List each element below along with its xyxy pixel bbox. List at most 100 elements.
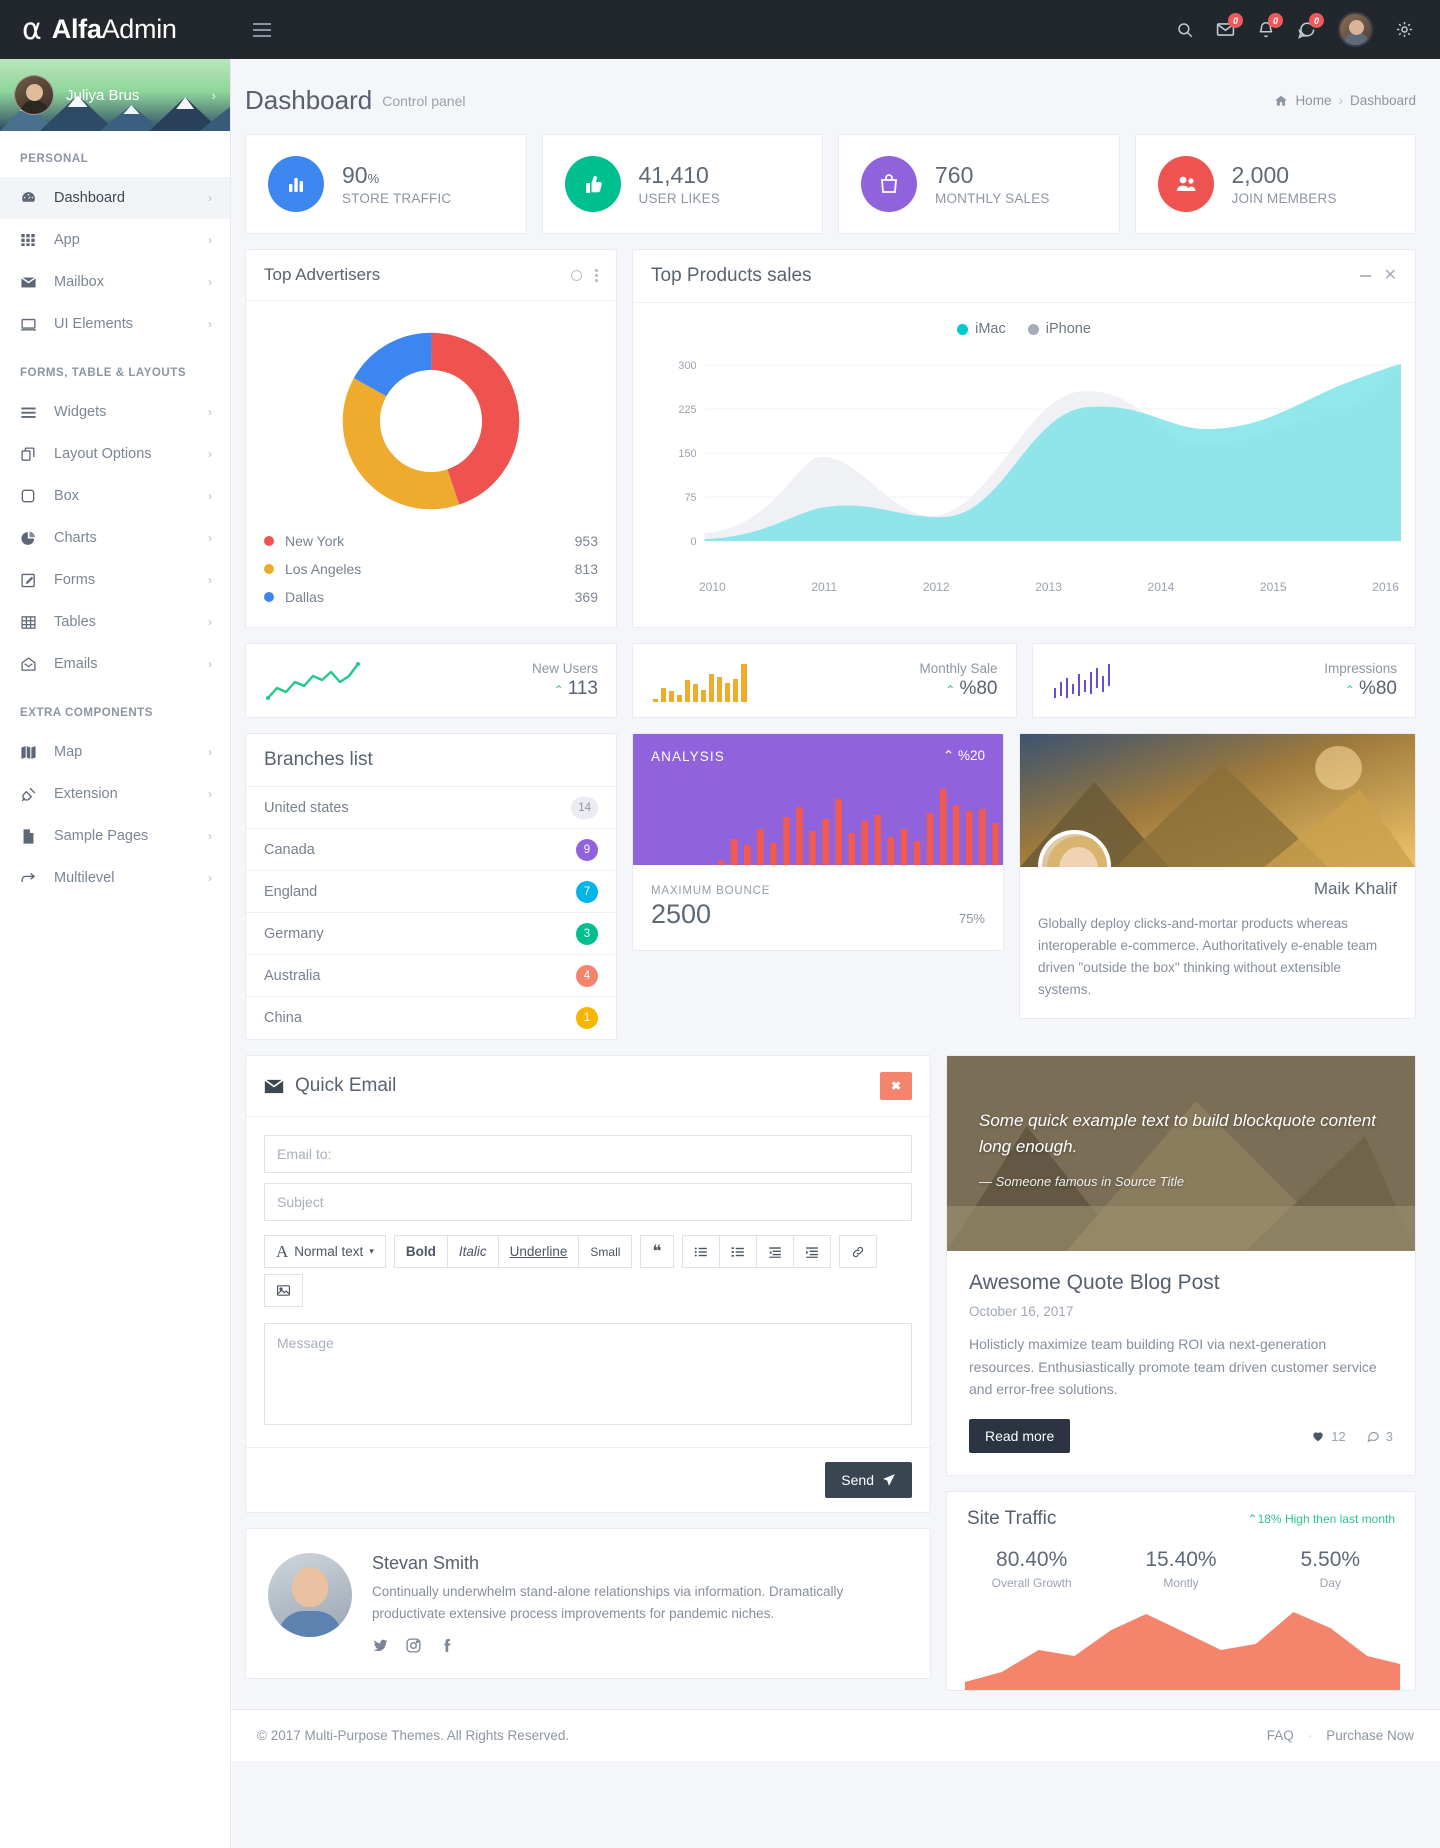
- card-title: Top Products sales: [651, 265, 812, 286]
- stat-card-monthly-sales[interactable]: 760 MONTHLY SALES: [838, 134, 1120, 234]
- avatar[interactable]: [1338, 12, 1373, 47]
- blockquote-button[interactable]: ❝: [640, 1235, 674, 1268]
- sidebar-item-tables[interactable]: Tables ›: [0, 601, 230, 643]
- stat-card-join-members[interactable]: 2,000 JOIN MEMBERS: [1134, 134, 1416, 234]
- chevron-right-icon: ›: [208, 573, 212, 587]
- sidebar-item-box[interactable]: Box ›: [0, 475, 230, 517]
- comments-count[interactable]: 3: [1366, 1429, 1393, 1444]
- table-row[interactable]: Canada 9: [246, 829, 616, 871]
- purchase-now-link[interactable]: Purchase Now: [1326, 1728, 1414, 1743]
- file-icon: [20, 828, 40, 845]
- sidebar-item-ui-elements[interactable]: UI Elements ›: [0, 303, 230, 345]
- sidebar-item-app[interactable]: App ›: [0, 219, 230, 261]
- sidebar-item-layout-options[interactable]: Layout Options ›: [0, 433, 230, 475]
- legend-value: 369: [574, 589, 598, 605]
- sidebar: Juliya Brus › PERSONAL Dashboard › App ›…: [0, 59, 231, 1848]
- legend-item-imac: iMac: [957, 321, 1006, 337]
- comment-icon: [1367, 1431, 1379, 1443]
- email-to-input[interactable]: [264, 1135, 912, 1173]
- brand-logo[interactable]: α AlfaAdmin: [0, 0, 231, 59]
- nav-section-header: EXTRA COMPONENTS: [20, 707, 153, 719]
- sidebar-item-extension[interactable]: Extension ›: [0, 773, 230, 815]
- x-tick: 2012: [922, 580, 950, 594]
- twitter-icon[interactable]: [372, 1637, 389, 1654]
- stat-card-store-traffic[interactable]: 90% STORE TRAFFIC: [245, 134, 527, 234]
- traffic-stats: 80.40% Overall Growth 15.40% Montly 5.50…: [947, 1540, 1415, 1608]
- table-row[interactable]: Australia 4: [246, 955, 616, 997]
- chevron-right-icon: ›: [208, 871, 212, 885]
- table-row[interactable]: Germany 3: [246, 913, 616, 955]
- notifications-badge: 0: [1268, 13, 1283, 28]
- image-icon[interactable]: [264, 1274, 303, 1307]
- table-row[interactable]: China 1: [246, 997, 616, 1039]
- minimize-icon[interactable]: [1359, 275, 1371, 277]
- faq-link[interactable]: FAQ: [1267, 1728, 1294, 1743]
- sidebar-item-mailbox[interactable]: Mailbox ›: [0, 261, 230, 303]
- stat-value: 90%: [342, 162, 380, 189]
- message-textarea[interactable]: [264, 1323, 912, 1425]
- sidebar-item-emails[interactable]: Emails ›: [0, 643, 230, 685]
- table-row[interactable]: England 7: [246, 871, 616, 913]
- text-style-dropdown[interactable]: A Normal text ▾: [264, 1235, 386, 1268]
- indent-icon[interactable]: [792, 1235, 831, 1268]
- x-tick: 2010: [699, 580, 726, 594]
- table-row[interactable]: United states 14: [246, 787, 616, 829]
- sidebar-item-charts[interactable]: Charts ›: [0, 517, 230, 559]
- notifications-icon[interactable]: 0: [1257, 13, 1283, 39]
- status-badge: 14: [571, 796, 598, 819]
- person-profile-card: Maik Khalif Globally deploy clicks-and-m…: [1019, 733, 1416, 1020]
- subject-input[interactable]: [264, 1183, 912, 1221]
- search-icon[interactable]: [1176, 21, 1194, 39]
- small-button[interactable]: Small: [578, 1235, 633, 1268]
- bold-button[interactable]: Bold: [393, 1235, 448, 1268]
- mini-widget-new-users[interactable]: New Users ⌃ 113: [245, 643, 617, 718]
- home-icon: [1275, 95, 1288, 106]
- italic-button[interactable]: Italic: [446, 1235, 499, 1268]
- gear-icon[interactable]: [1395, 20, 1414, 39]
- alpha-logo-icon: α: [22, 11, 42, 47]
- sidebar-item-dashboard[interactable]: Dashboard ›: [0, 177, 230, 219]
- read-more-button[interactable]: Read more: [969, 1419, 1071, 1454]
- send-button[interactable]: Send: [825, 1462, 912, 1498]
- quote-banner: Some quick example text to build blockqu…: [947, 1056, 1415, 1251]
- close-icon[interactable]: ✕: [1384, 268, 1397, 284]
- status-badge: 7: [576, 880, 598, 903]
- sidebar-profile[interactable]: Juliya Brus ›: [0, 59, 230, 131]
- messages-icon[interactable]: 0: [1216, 13, 1243, 39]
- x-tick: 2016: [1372, 580, 1399, 594]
- circle-icon[interactable]: [571, 269, 582, 281]
- comments-icon[interactable]: 0: [1297, 13, 1324, 39]
- sidebar-item-multilevel[interactable]: Multilevel ›: [0, 857, 230, 899]
- stat-card-user-likes[interactable]: 41,410 USER LIKES: [541, 134, 823, 234]
- link-icon[interactable]: [838, 1235, 877, 1268]
- chevron-right-icon: ›: [208, 829, 212, 843]
- sidebar-item-label: Box: [54, 488, 79, 504]
- sidebar-toggle-icon[interactable]: [253, 22, 271, 37]
- mini-widgets-row: New Users ⌃ 113 Monthly Sale ⌃ %80 Impre…: [245, 643, 1416, 718]
- sidebar-item-map[interactable]: Map ›: [0, 731, 230, 773]
- underline-button[interactable]: Underline: [497, 1235, 580, 1268]
- sidebar-item-widgets[interactable]: Widgets ›: [0, 391, 230, 433]
- mini-widget-text: New Users ⌃ 113: [532, 661, 598, 700]
- outdent-icon[interactable]: [755, 1235, 794, 1268]
- mini-widget-monthly-sale[interactable]: Monthly Sale ⌃ %80: [632, 643, 1017, 718]
- kebab-menu-icon[interactable]: [595, 268, 598, 282]
- list-ordered-icon[interactable]: [718, 1235, 757, 1268]
- close-button[interactable]: ✖: [880, 1072, 912, 1100]
- bar-chart-icon: [268, 156, 324, 212]
- mini-widget-impressions[interactable]: Impressions ⌃ %80: [1031, 643, 1416, 718]
- donut-legend: New York 953 Los Angeles 813 Dallas 369: [246, 523, 616, 627]
- list-unordered-icon[interactable]: [681, 1235, 720, 1268]
- breadcrumb-home[interactable]: Home: [1295, 93, 1331, 108]
- donut-svg: [342, 332, 520, 510]
- likes-count[interactable]: 12: [1311, 1429, 1346, 1444]
- social-links: [372, 1637, 908, 1654]
- facebook-icon[interactable]: [438, 1637, 455, 1654]
- heart-icon: [1313, 1432, 1323, 1442]
- instagram-icon[interactable]: [405, 1637, 422, 1654]
- toolbar-group-image: [264, 1274, 904, 1307]
- sidebar-item-sample-pages[interactable]: Sample Pages ›: [0, 815, 230, 857]
- sidebar-user-name: Juliya Brus: [66, 86, 140, 104]
- quick-email-card: Quick Email ✖ A: [245, 1055, 931, 1513]
- sidebar-item-forms[interactable]: Forms ›: [0, 559, 230, 601]
